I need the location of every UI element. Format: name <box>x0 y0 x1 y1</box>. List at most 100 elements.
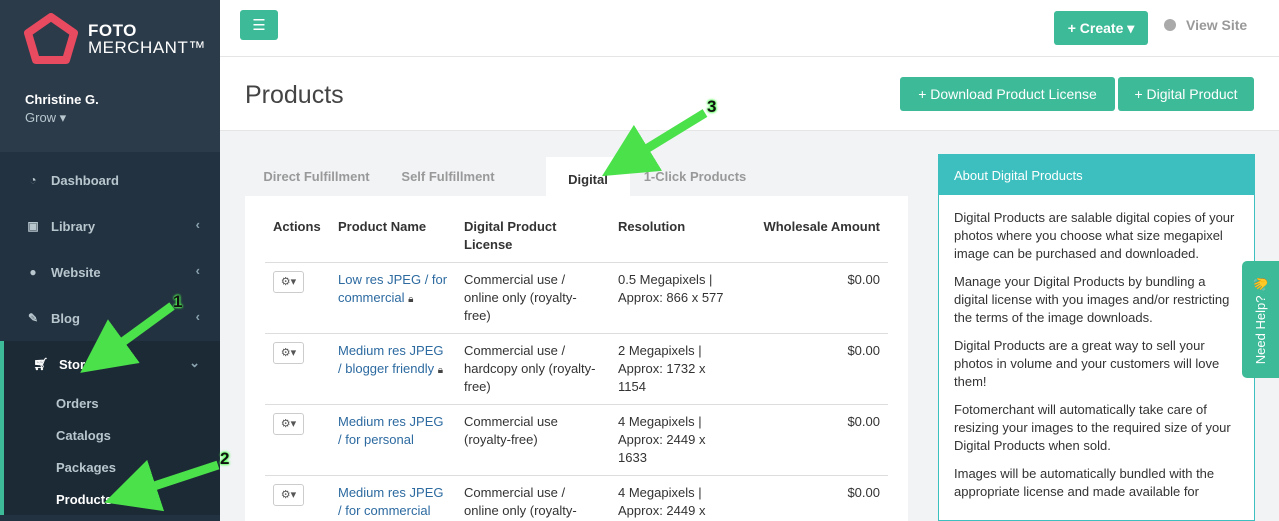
view-site-link[interactable]: View Site <box>1164 17 1247 33</box>
about-digital-products-panel: About Digital Products Digital Products … <box>938 154 1255 521</box>
brand-line1: FOTO <box>88 21 137 40</box>
col-header-actions: Actions <box>265 210 330 263</box>
logo-pentagon-icon <box>24 13 78 64</box>
table-header-row: Actions Product Name Digital Product Lic… <box>265 210 888 263</box>
col-header-resolution: Resolution <box>610 210 740 263</box>
license-cell: Commercial use / online only (royalty-fr… <box>456 262 610 334</box>
image-icon: ▣ <box>27 219 39 233</box>
license-cell: Commercial use / hardcopy only (royalty-… <box>456 333 610 405</box>
chevron-left-icon: ‹ <box>195 263 200 278</box>
sidebar-subitem-orders[interactable]: Orders <box>4 387 220 419</box>
products-table: Actions Product Name Digital Product Lic… <box>265 210 888 521</box>
panel-paragraph: Digital Products are salable digital cop… <box>954 210 1235 261</box>
gear-icon: ⚙▾ <box>280 347 297 359</box>
page-header: Products + Download Product License + Di… <box>220 57 1279 131</box>
sidebar-item-blog[interactable]: ✎ Blog ‹ <box>0 295 220 341</box>
sidebar-item-label: Dashboard <box>51 172 119 188</box>
row-actions-button[interactable]: ⚙▾ <box>273 271 304 293</box>
tab-1-click-products[interactable]: 1-Click Products <box>630 157 760 196</box>
products-table-card: Actions Product Name Digital Product Lic… <box>245 196 908 521</box>
panel-paragraph: Digital Products are a great way to sell… <box>954 338 1220 389</box>
dashboard-icon: ◔ <box>29 173 37 187</box>
panel-paragraph: Fotomerchant will automatically take car… <box>954 402 1231 453</box>
sidebar-item-dashboard[interactable]: ◔ Dashboard <box>0 157 220 203</box>
tab-direct-fulfillment[interactable]: Direct Fulfillment <box>245 157 380 196</box>
annotation-number-3: 3 <box>707 97 717 116</box>
tab-digital[interactable]: Digital <box>546 157 630 197</box>
store-submenu: Orders Catalogs Packages Products <box>0 387 220 515</box>
menu-toggle-button[interactable]: ☰ <box>240 10 278 40</box>
chevron-down-icon: ⌄ <box>189 355 200 370</box>
sidebar-item-label: Website <box>51 264 101 280</box>
panel-paragraph: Manage your Digital Products by bundling… <box>954 274 1230 325</box>
table-row: ⚙▾ Medium res JPEG / for commercial Comm… <box>265 475 888 521</box>
add-digital-product-button[interactable]: + Digital Product <box>1118 77 1254 111</box>
view-site-label: View Site <box>1186 17 1248 33</box>
product-name-link[interactable]: Medium res JPEG / for personal <box>338 414 443 447</box>
sidebar-subitem-packages[interactable]: Packages <box>4 451 220 483</box>
gear-icon: ⚙▾ <box>280 489 297 501</box>
sidebar-item-store[interactable]: 🛒︎ Store ⌄ <box>0 341 220 387</box>
gear-icon: ⚙▾ <box>280 276 297 288</box>
table-row: ⚙▾ Low res JPEG / for commercial 🔒︎ Comm… <box>265 262 888 334</box>
license-cell: Commercial use / online only (royalty- <box>456 475 610 521</box>
product-name-link[interactable]: Low res JPEG / for commercial <box>338 272 447 305</box>
create-button[interactable]: + Create ▾ <box>1054 11 1148 45</box>
product-name-link[interactable]: Medium res JPEG / blogger friendly <box>338 343 443 376</box>
panel-body: Digital Products are salable digital cop… <box>939 195 1254 501</box>
user-name: Christine G. <box>25 92 99 107</box>
sidebar-subitem-products[interactable]: Products <box>4 483 220 515</box>
sidebar-item-website[interactable]: ● Website ‹ <box>0 249 220 295</box>
resolution-cell: 0.5 Megapixels | Approx: 866 x 577 <box>610 262 740 334</box>
brand-logo[interactable]: FOTO MERCHANT™ <box>0 0 220 80</box>
license-cell: Commercial use (royalty-free) <box>456 404 610 476</box>
amount-cell: $0.00 <box>740 475 888 521</box>
sidebar-item-library[interactable]: ▣ Library ‹ <box>0 203 220 249</box>
amount-cell: $0.00 <box>740 333 888 405</box>
amount-cell: $0.00 <box>740 404 888 476</box>
annotation-number-2: 2 <box>220 449 230 468</box>
chevron-left-icon: ‹ <box>195 309 200 324</box>
brand-line2: MERCHANT™ <box>88 38 206 57</box>
panel-title: About Digital Products <box>939 155 1254 195</box>
hamburger-icon: ☰ <box>252 17 266 34</box>
globe-icon: ● <box>29 265 37 279</box>
globe-icon <box>1164 19 1176 31</box>
row-actions-button[interactable]: ⚙▾ <box>273 413 304 435</box>
sidebar-nav: ◔ Dashboard ▣ Library ‹ ● Website ‹ ✎ Bl… <box>0 152 220 521</box>
need-help-button[interactable]: Need Help? 👋 <box>1242 261 1279 378</box>
sidebar-subitem-catalogs[interactable]: Catalogs <box>4 419 220 451</box>
table-row: ⚙▾ Medium res JPEG / for personal Commer… <box>265 404 888 476</box>
sidebar-item-label: Library <box>51 218 96 234</box>
lock-icon: 🔒︎ <box>408 294 414 305</box>
table-row: ⚙▾ Medium res JPEG / blogger friendly 🔒︎… <box>265 333 888 405</box>
need-help-label: Need Help? 👋 <box>1252 275 1268 364</box>
sidebar-item-label: Blog <box>51 310 80 326</box>
row-actions-button[interactable]: ⚙▾ <box>273 484 304 506</box>
sidebar: FOTO MERCHANT™ Christine G. Grow ▾ ◔ Das… <box>0 0 220 521</box>
cart-icon: 🛒︎ <box>33 357 49 371</box>
col-header-product-name: Product Name <box>330 210 456 263</box>
user-plan-dropdown[interactable]: Grow ▾ <box>25 110 220 126</box>
user-panel: Christine G. Grow ▾ <box>0 80 220 152</box>
chevron-left-icon: ‹ <box>195 217 200 232</box>
edit-icon: ✎ <box>27 311 39 325</box>
tab-self-fulfillment[interactable]: Self Fulfillment <box>384 157 512 196</box>
sidebar-item-label: Store <box>59 356 93 372</box>
page-title: Products <box>245 81 344 109</box>
product-tabs: Direct Fulfillment Self Fulfillment Digi… <box>245 157 908 197</box>
resolution-cell: 4 Megapixels | Approx: 2449 x <box>610 475 740 521</box>
col-header-license: Digital Product License <box>456 210 610 263</box>
col-header-wholesale: Wholesale Amount <box>740 210 888 263</box>
download-product-license-button[interactable]: + Download Product License <box>900 77 1115 111</box>
top-bar: ☰ + Create ▾ View Site <box>220 0 1279 57</box>
amount-cell: $0.00 <box>740 262 888 334</box>
product-name-link[interactable]: Medium res JPEG / for commercial <box>338 485 443 518</box>
resolution-cell: 2 Megapixels | Approx: 1732 x 1154 <box>610 333 740 405</box>
annotation-number-1: 1 <box>173 292 183 311</box>
gear-icon: ⚙▾ <box>280 418 297 430</box>
panel-paragraph: Images will be automatically bundled wit… <box>954 466 1215 499</box>
row-actions-button[interactable]: ⚙▾ <box>273 342 304 364</box>
resolution-cell: 4 Megapixels | Approx: 2449 x 1633 <box>610 404 740 476</box>
lock-icon: 🔒︎ <box>437 365 444 376</box>
